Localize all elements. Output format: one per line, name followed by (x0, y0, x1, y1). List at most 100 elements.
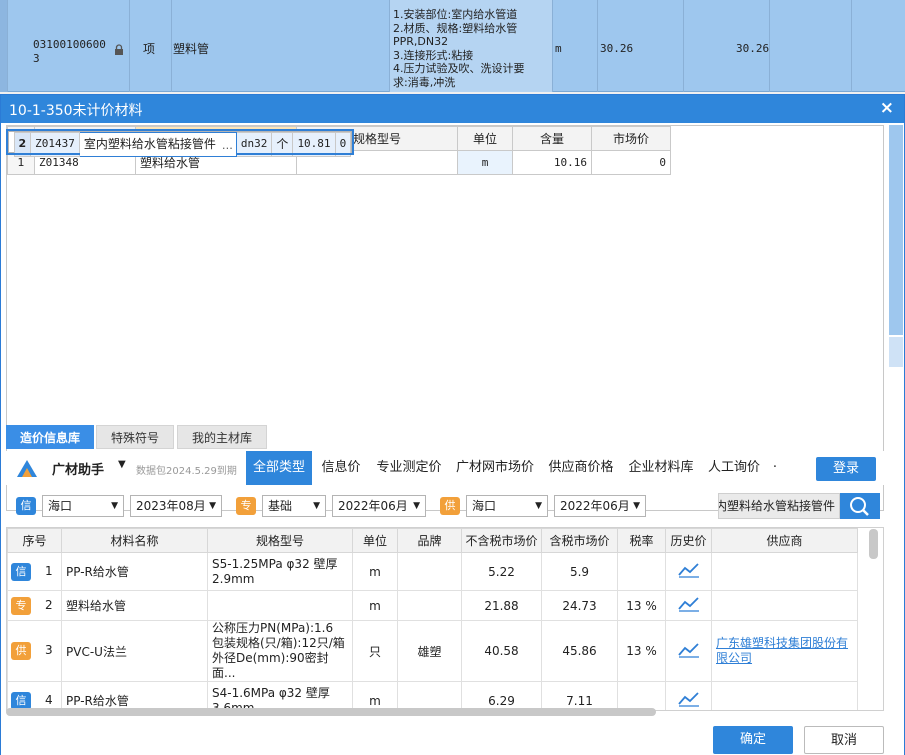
col-material-name[interactable]: 材料名称 (61, 528, 208, 553)
cell-unit[interactable]: m (457, 150, 513, 175)
cell-material-name[interactable]: PP-R给水管 (61, 681, 208, 710)
cell-brand[interactable] (397, 590, 462, 621)
col-unit[interactable]: 单位 (457, 126, 513, 151)
tab-info-price[interactable]: 信息价 (314, 451, 368, 485)
cell-material-name[interactable]: 塑料给水管 (61, 590, 208, 621)
supplier-link[interactable]: 广东雄塑科技集团股份有 限公司 (716, 636, 853, 666)
col-price-inc-tax[interactable]: 含税市场价 (541, 528, 618, 553)
ok-button[interactable]: 确定 (713, 726, 793, 754)
result-row[interactable]: 供 3 PVC-U法兰 公称压力PN(MPa):1.6 包装规格(只/箱):12只/箱外… (7, 620, 858, 682)
cell-price-inc-tax[interactable]: 24.73 (541, 590, 618, 621)
cell-history[interactable] (665, 590, 712, 621)
bg-unit: 项 (143, 42, 156, 56)
cell-unit[interactable]: m (352, 681, 398, 710)
cell-unit[interactable]: 只 (352, 620, 398, 682)
cell-content[interactable]: 10.81 (292, 131, 336, 157)
tab-price-library[interactable]: 造价信息库 (6, 425, 94, 449)
col-content[interactable]: 含量 (512, 126, 592, 151)
cell-price-ex-tax[interactable]: 5.22 (461, 552, 542, 591)
tab-manual-inquiry[interactable]: 人工询价 (702, 451, 766, 485)
tab-enterprise-library[interactable]: 企业材料库 (622, 451, 700, 485)
cell-spec[interactable] (207, 590, 353, 621)
date-select-3[interactable]: 2022年06月 ▼ (554, 495, 646, 517)
cell-price-inc-tax[interactable]: 7.11 (541, 681, 618, 710)
cell-unit[interactable]: 个 (271, 131, 294, 157)
region-select-1[interactable]: 海口 ▼ (42, 495, 124, 517)
search-input[interactable]: 室内塑料给水管粘接管件 (718, 493, 840, 519)
chevron-down-icon[interactable]: ▼ (118, 459, 126, 470)
tab-professional-price[interactable]: 专业测定价 (370, 451, 448, 485)
tab-special-symbols[interactable]: 特殊符号 (96, 425, 174, 449)
col-tax-rate[interactable]: 税率 (617, 528, 666, 553)
cell-supplier[interactable]: 广东雄塑科技集团股份有 限公司 (711, 620, 858, 682)
col-unit[interactable]: 单位 (352, 528, 398, 553)
col-no[interactable]: 序号 (7, 528, 62, 553)
cell-price-ex-tax[interactable]: 40.58 (461, 620, 542, 682)
type-select[interactable]: 基础 ▼ (262, 495, 326, 517)
col-price[interactable]: 市场价 (591, 126, 671, 151)
cancel-button[interactable]: 取消 (804, 726, 884, 754)
bg-qty1: 30.26 (600, 42, 634, 55)
background-selected-row[interactable]: 03100100600 3 项 塑料管 1.安装部位:室内给水管道 2.材质、规格… (0, 0, 905, 92)
col-supplier[interactable]: 供应商 (711, 528, 858, 553)
cell-tax-rate[interactable]: 13 % (617, 590, 666, 621)
cell-supplier[interactable] (711, 590, 858, 621)
cell-brand[interactable]: 雄塑 (397, 620, 462, 682)
col-history[interactable]: 历史价 (665, 528, 712, 553)
cell-history[interactable] (665, 620, 712, 682)
cell-price-ex-tax[interactable]: 21.88 (461, 590, 542, 621)
col-price-ex-tax[interactable]: 不含税市场价 (461, 528, 542, 553)
cell-history[interactable] (665, 681, 712, 710)
region-select-2[interactable]: 海口 ▼ (466, 495, 548, 517)
login-button[interactable]: 登录 (816, 457, 876, 481)
result-row[interactable]: 专 2 塑料给水管 m 21.88 24.73 13 % (7, 590, 858, 621)
col-brand[interactable]: 品牌 (397, 528, 462, 553)
trend-chart-icon[interactable] (677, 562, 700, 578)
date-select-2[interactable]: 2022年06月 ▼ (332, 495, 426, 517)
cell-tax-rate[interactable] (617, 552, 666, 591)
result-row[interactable]: 信 4 PP-R给水管 S4-1.6MPa φ32 壁厚 3.6mm m 6.29 7.11 (7, 681, 858, 710)
cell-unit[interactable]: m (352, 552, 398, 591)
cell-tax-rate[interactable]: 13 % (617, 620, 666, 682)
cell-spec[interactable]: S5-1.25MPa φ32 壁厚 2.9mm (207, 552, 353, 591)
cell-spec[interactable]: dn32 (235, 131, 273, 157)
result-row[interactable]: 信 1 PP-R给水管 S5-1.25MPa φ32 壁厚 2.9mm m 5.22 5.9 (7, 552, 858, 591)
material-row-selected[interactable]: 2 Z01437 室内塑料给水管粘接管件 … dn32 个 10.81 0 (5, 128, 355, 157)
tab-more[interactable]: · (768, 451, 782, 485)
cell-code[interactable]: Z01437 (30, 131, 80, 157)
date-select-1[interactable]: 2023年08月 ▼ (130, 495, 222, 517)
trend-chart-icon[interactable] (677, 642, 700, 658)
cell-spec[interactable]: 公称压力PN(MPa):1.6 包装规格(只/箱):12只/箱 外径De(mm):9… (207, 620, 353, 682)
cell-tax-rate[interactable] (617, 681, 666, 710)
cell-content[interactable]: 10.16 (512, 150, 592, 175)
cell-unit[interactable]: m (352, 590, 398, 621)
more-icon[interactable]: … (222, 136, 233, 156)
search-button[interactable] (840, 493, 880, 519)
cell-history[interactable] (665, 552, 712, 591)
cell-material-name[interactable]: PVC-U法兰 (61, 620, 208, 682)
cell-material-name[interactable]: PP-R给水管 (61, 552, 208, 591)
cell-price[interactable]: 0 (334, 131, 352, 157)
cell-spec[interactable]: S4-1.6MPa φ32 壁厚 3.6mm (207, 681, 353, 710)
vertical-scrollbar[interactable] (869, 529, 878, 559)
tab-supplier-price[interactable]: 供应商价格 (542, 451, 620, 485)
cell-brand[interactable] (397, 681, 462, 710)
trend-chart-icon[interactable] (677, 596, 700, 612)
cell-brand[interactable] (397, 552, 462, 591)
cell-supplier[interactable] (711, 552, 858, 591)
cell-price[interactable]: 0 (591, 150, 671, 175)
cell-price-inc-tax[interactable]: 5.9 (541, 552, 618, 591)
tab-my-material-library[interactable]: 我的主材库 (177, 425, 267, 449)
tab-market-price[interactable]: 广材网市场价 (450, 451, 540, 485)
dialog-titlebar[interactable]: 10-1-350未计价材料 × (1, 95, 904, 123)
horizontal-scrollbar[interactable] (6, 708, 656, 716)
cell-supplier[interactable] (711, 681, 858, 710)
col-spec[interactable]: 规格型号 (207, 528, 353, 553)
cell-price-inc-tax[interactable]: 45.86 (541, 620, 618, 682)
cell-price-ex-tax[interactable]: 6.29 (461, 681, 542, 710)
tab-all-types[interactable]: 全部类型 (246, 451, 312, 485)
trend-chart-icon[interactable] (677, 691, 700, 707)
brand-label[interactable]: 广材助手 (52, 459, 104, 478)
close-icon[interactable]: × (880, 98, 894, 118)
cell-name-editing[interactable]: 室内塑料给水管粘接管件… (78, 131, 237, 157)
